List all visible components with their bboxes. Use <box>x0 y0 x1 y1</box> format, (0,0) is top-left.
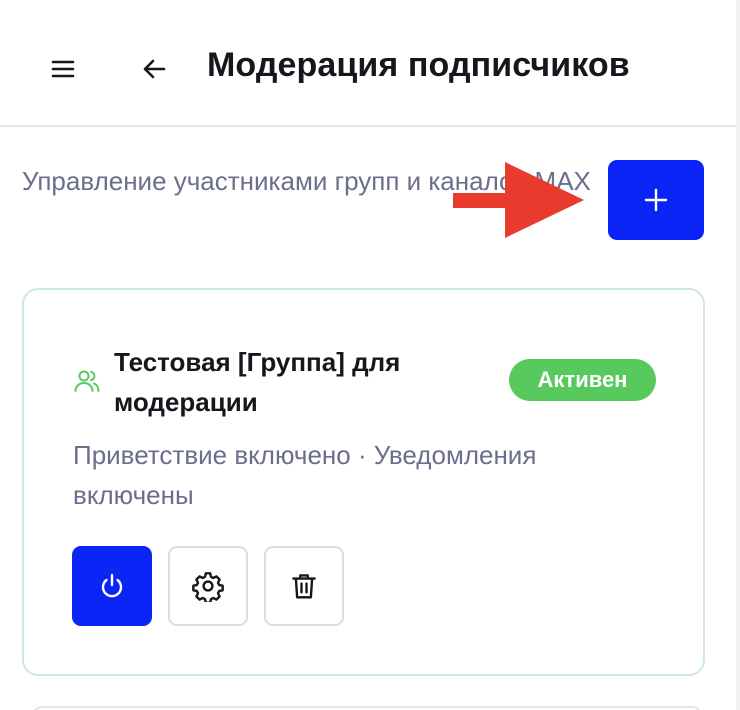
page-title: Модерация подписчиков <box>207 46 630 84</box>
group-settings-summary: Приветствие включено · Уведомления включ… <box>73 440 537 510</box>
moderation-page: Модерация подписчиков Управление участни… <box>0 0 740 710</box>
gear-icon <box>192 572 224 602</box>
hamburger-menu-icon <box>51 60 75 78</box>
add-group-button[interactable] <box>608 160 704 240</box>
app-header: Модерация подписчиков <box>0 0 736 127</box>
plus-icon <box>644 188 668 212</box>
settings-button[interactable] <box>168 546 248 626</box>
group-card: Тестовая [Группа] для модерации Активен … <box>22 288 705 676</box>
toggle-power-button[interactable] <box>72 546 152 626</box>
back-button[interactable] <box>135 50 173 88</box>
menu-button[interactable] <box>44 50 82 88</box>
delete-button[interactable] <box>264 546 344 626</box>
power-icon <box>101 573 123 598</box>
annotation-arrow-icon <box>453 162 584 238</box>
trash-icon <box>292 574 316 599</box>
scrollbar-track[interactable] <box>736 0 740 710</box>
users-icon <box>74 370 100 392</box>
arrow-left-icon <box>143 59 166 79</box>
next-group-card <box>32 706 702 710</box>
group-name: Тестовая [Группа] для модерации <box>114 347 401 417</box>
status-badge: Активен <box>509 359 656 401</box>
